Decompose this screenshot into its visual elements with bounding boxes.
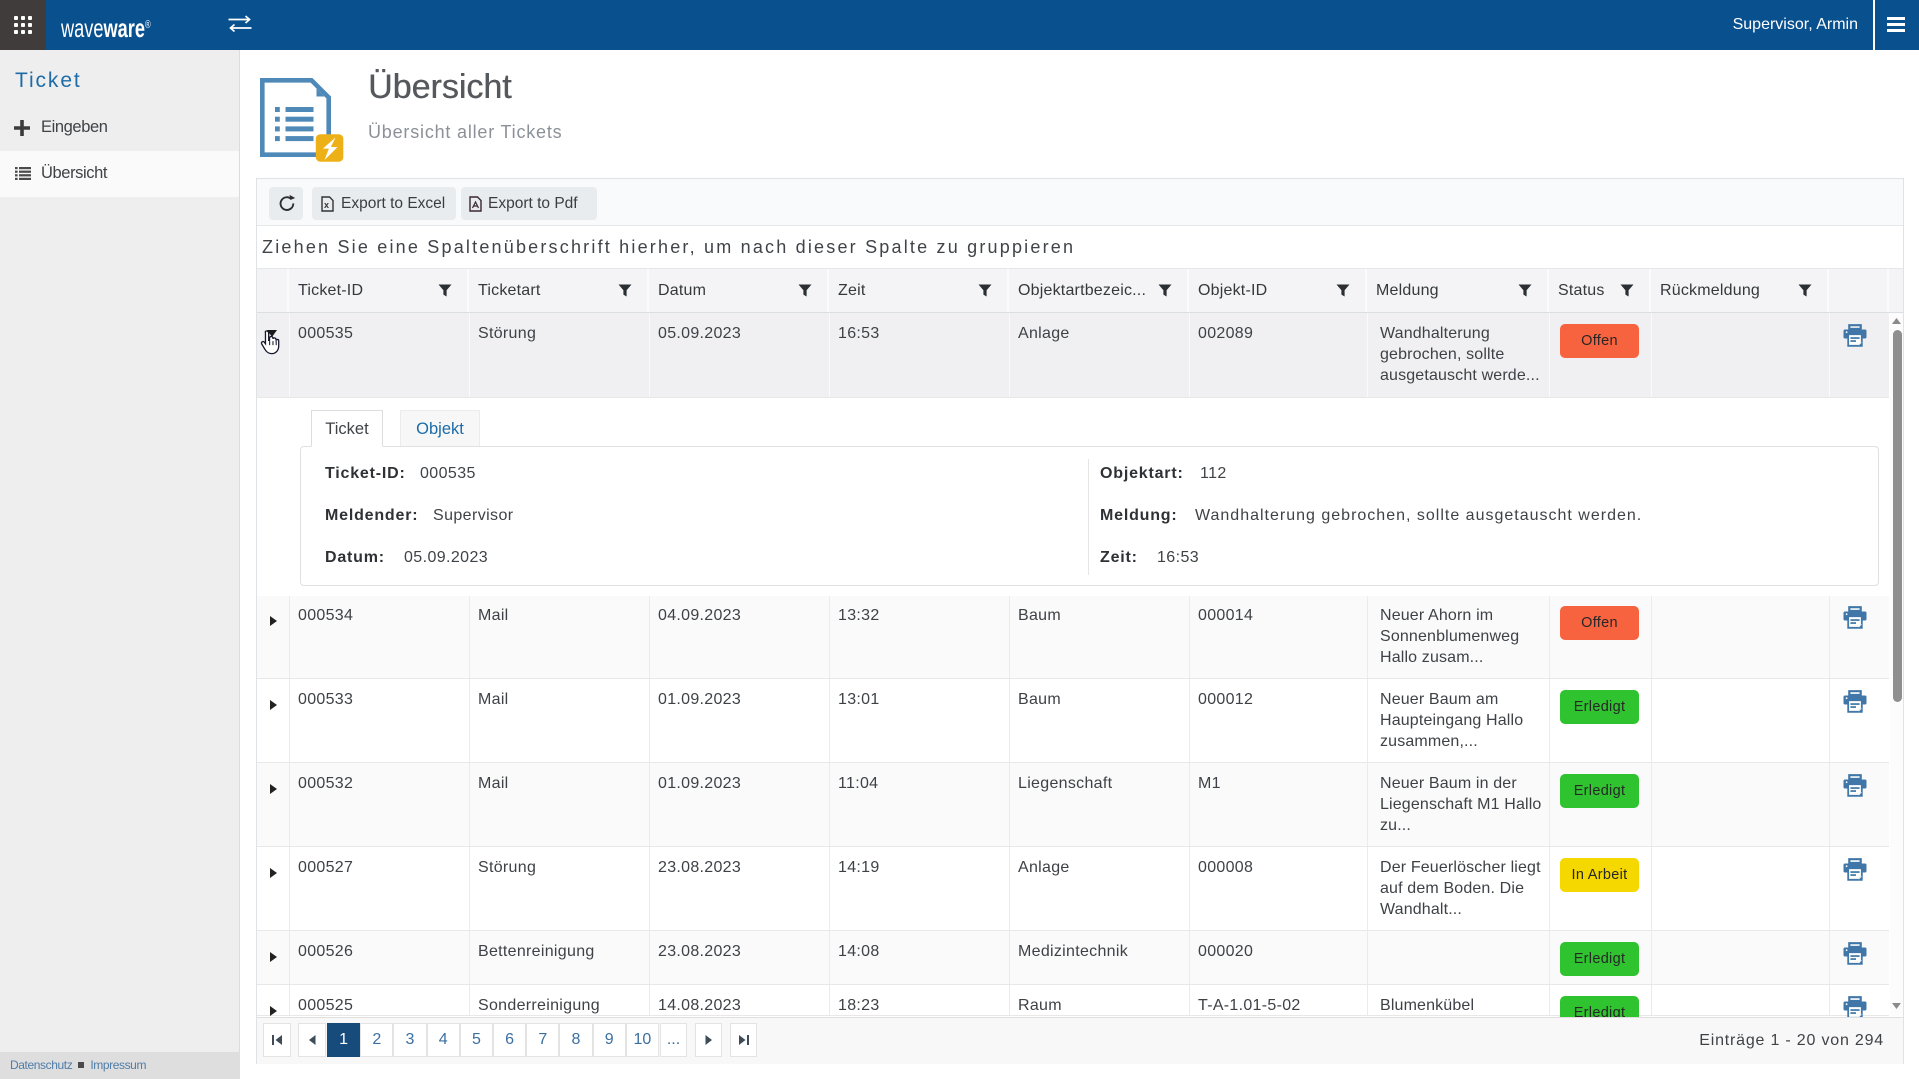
svg-text:x: x bbox=[324, 200, 329, 210]
